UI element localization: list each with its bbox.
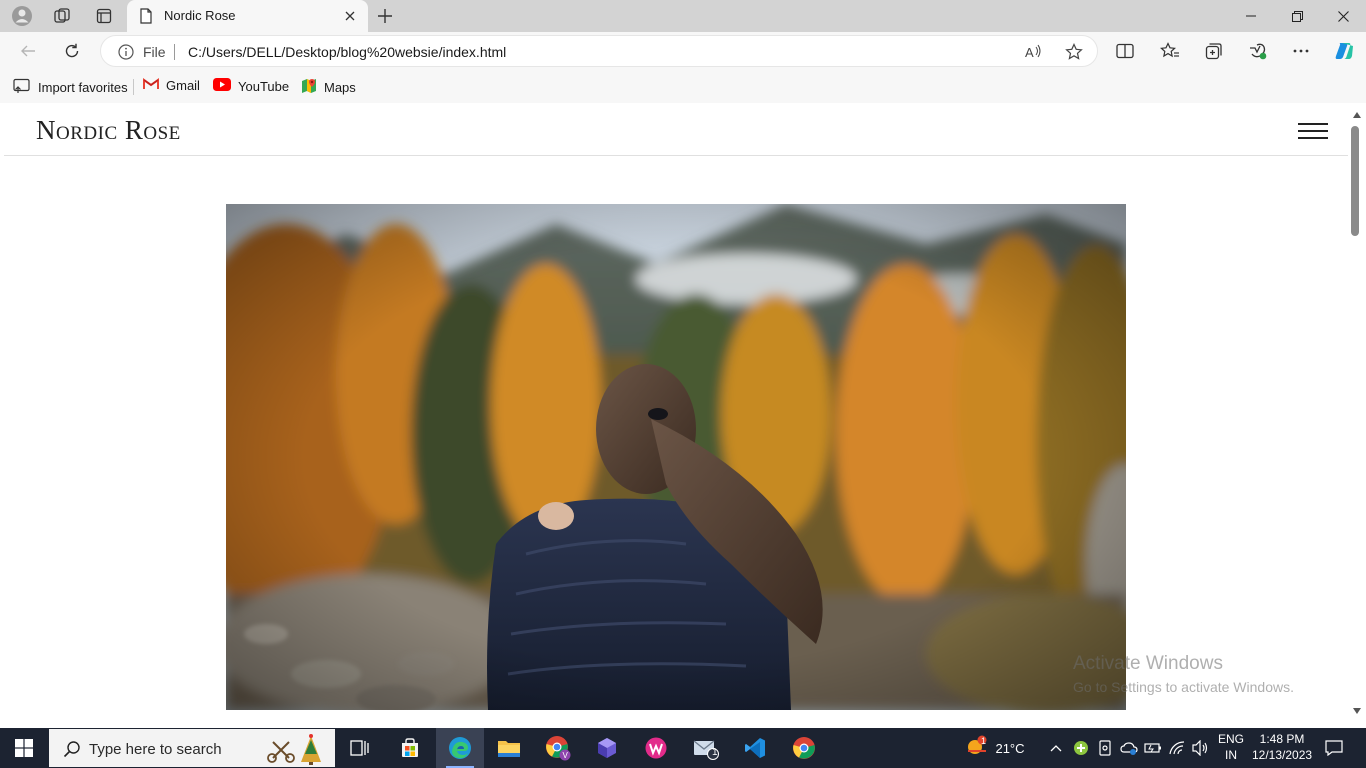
bookmark-separator (133, 79, 134, 95)
tab-strip: Nordic Rose (0, 0, 1366, 32)
svg-text:V: V (563, 751, 569, 760)
split-screen-icon[interactable] (1110, 37, 1140, 65)
watermark-title: Activate Windows (1073, 653, 1223, 674)
system-clock[interactable]: 1:48 PM 12/13/2023 (1252, 731, 1312, 763)
mail-icon[interactable]: 1 (682, 728, 730, 768)
search-highlight-icon (259, 732, 331, 768)
vscode-icon[interactable] (731, 728, 779, 768)
youtube-icon (213, 78, 231, 94)
bookmarks-bar: Import favorites Gmail YouTube Maps (0, 70, 1366, 103)
onedrive-icon[interactable] (1118, 728, 1140, 768)
favorite-star-icon[interactable] (1063, 42, 1085, 62)
mail-badge: 1 (712, 747, 718, 758)
gmail-icon (143, 78, 159, 93)
vertical-scrollbar[interactable] (1348, 104, 1366, 724)
browser-toolbar: File C:/Users/DELL/Desktop/blog%20websie… (0, 32, 1366, 70)
import-icon (13, 78, 31, 97)
bookmark-import-favorites[interactable]: Import favorites (13, 78, 128, 97)
tray-device-icon[interactable] (1094, 728, 1116, 768)
wondershare-icon[interactable] (632, 728, 680, 768)
search-icon (63, 740, 81, 763)
collections-icon[interactable] (1199, 37, 1229, 65)
weather-temp: 21°C (995, 740, 1025, 756)
active-tab[interactable]: Nordic Rose (127, 0, 368, 32)
bookmark-label: YouTube (238, 78, 290, 94)
more-options-icon[interactable] (1286, 37, 1316, 65)
tray-app-icon[interactable] (1070, 728, 1092, 768)
battery-icon[interactable] (1142, 728, 1164, 768)
taskbar-search[interactable]: Type here to search (48, 728, 336, 768)
clock-date: 12/13/2023 (1252, 748, 1313, 762)
scheme-label: File (143, 44, 166, 60)
url-text[interactable]: C:/Users/DELL/Desktop/blog%20websie/inde… (188, 44, 506, 60)
site-logo[interactable]: Nordic Rose (36, 115, 181, 146)
bookmark-maps[interactable]: Maps (301, 78, 356, 97)
page-viewport: Nordic Rose Activate Windows Go to Setti… (4, 104, 1348, 724)
language-code: ENG (1217, 732, 1244, 746)
edge-taskbar-icon[interactable] (436, 728, 484, 768)
microsoft-store-icon[interactable] (386, 728, 434, 768)
close-window-button[interactable] (1320, 0, 1366, 32)
watermark-subtitle: Go to Settings to activate Windows. (1073, 679, 1294, 695)
maps-icon (301, 78, 317, 97)
taskbar: Type here to search V 1 21°C 1 ENG IN 1:… (0, 728, 1366, 768)
show-hidden-icons-icon[interactable] (1046, 728, 1066, 768)
chrome-profile-icon[interactable]: V (534, 728, 582, 768)
scroll-up-arrow[interactable] (1353, 112, 1361, 118)
language-region: IN (1225, 748, 1237, 762)
activate-windows-watermark: Activate Windows Go to Settings to activ… (1073, 653, 1294, 695)
tab-actions-icon[interactable] (89, 4, 119, 28)
read-aloud-icon[interactable]: A (1023, 42, 1045, 62)
clock-time: 1:48 PM (1259, 732, 1305, 746)
weather-widget[interactable]: 21°C (960, 728, 1030, 768)
back-button[interactable] (13, 37, 43, 65)
start-button[interactable] (0, 728, 48, 768)
page-icon (139, 8, 153, 29)
address-separator (174, 44, 175, 60)
task-view-icon[interactable] (336, 728, 384, 768)
chrome-icon[interactable] (780, 728, 828, 768)
search-placeholder: Type here to search (89, 741, 222, 758)
language-indicator[interactable]: ENG IN (1212, 731, 1250, 763)
bookmark-youtube[interactable]: YouTube (213, 78, 289, 94)
menu-icon[interactable] (1298, 121, 1330, 141)
scroll-down-arrow[interactable] (1353, 708, 1361, 714)
bookmark-label: Maps (324, 80, 356, 95)
bookmark-gmail[interactable]: Gmail (143, 78, 200, 93)
svg-text:A: A (1025, 45, 1034, 60)
scroll-thumb[interactable] (1351, 126, 1359, 236)
refresh-button[interactable] (57, 37, 87, 65)
favorites-icon[interactable] (1155, 37, 1185, 65)
workspaces-icon[interactable] (47, 4, 77, 28)
site-header: Nordic Rose (4, 104, 1348, 156)
notifications-icon[interactable] (1320, 728, 1348, 768)
restore-button[interactable] (1274, 0, 1320, 32)
weather-badge: 1 (981, 736, 987, 746)
file-explorer-icon[interactable] (485, 728, 533, 768)
wifi-icon[interactable] (1166, 728, 1188, 768)
profile-icon[interactable] (7, 4, 37, 28)
new-tab-button[interactable] (372, 4, 398, 28)
volume-icon[interactable] (1190, 728, 1212, 768)
address-bar[interactable]: File C:/Users/DELL/Desktop/blog%20websie… (100, 35, 1098, 67)
bookmark-label: Gmail (166, 78, 200, 93)
close-tab-icon[interactable] (342, 8, 358, 24)
info-icon[interactable] (118, 44, 134, 65)
minimize-button[interactable] (1228, 0, 1274, 32)
tab-title: Nordic Rose (164, 8, 236, 23)
bookmark-label: Import favorites (38, 80, 128, 95)
copilot-icon[interactable] (1329, 37, 1359, 65)
power-automate-icon[interactable] (583, 728, 631, 768)
hero-image (226, 204, 1126, 710)
performance-icon[interactable] (1243, 37, 1273, 65)
